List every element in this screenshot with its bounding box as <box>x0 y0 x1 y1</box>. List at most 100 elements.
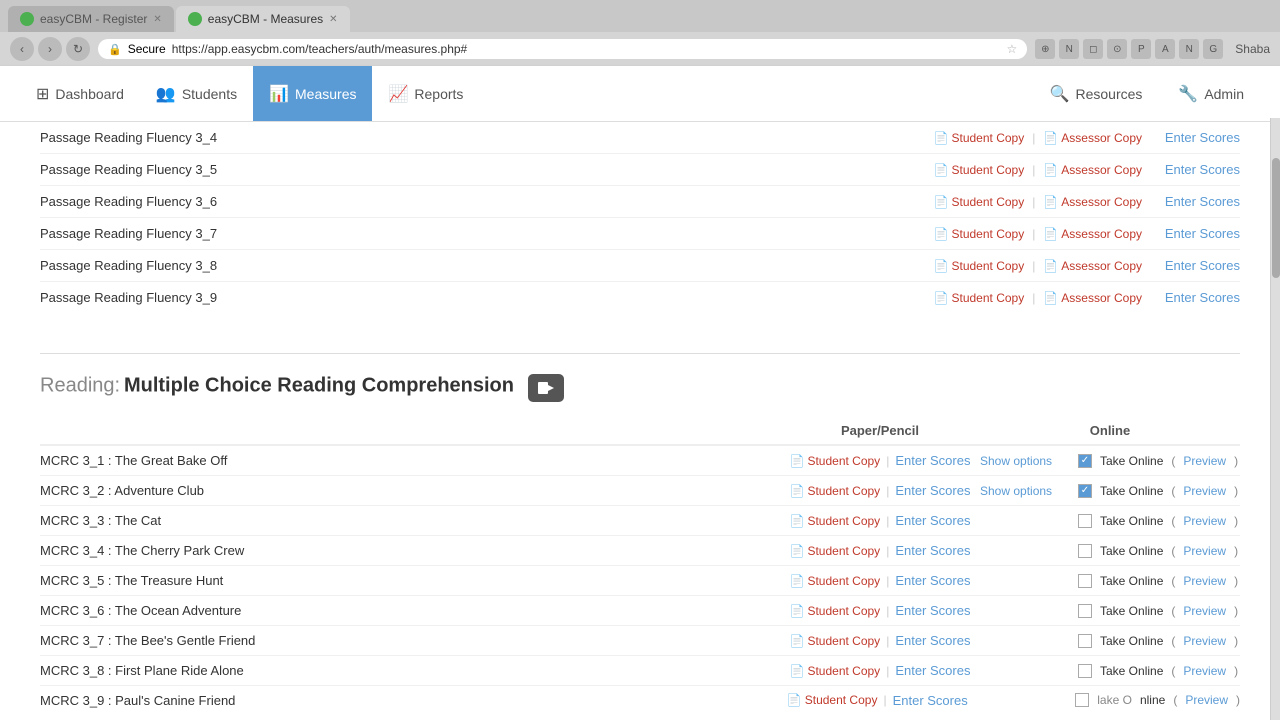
enter-scores-link[interactable]: Enter Scores <box>1150 258 1240 273</box>
secure-label: Secure <box>128 42 166 56</box>
nav-students[interactable]: 👥 Students <box>140 66 253 121</box>
enter-scores-link[interactable]: Enter Scores <box>895 453 970 468</box>
enter-scores-link[interactable]: Enter Scores <box>895 663 970 678</box>
toolbar-icon-8[interactable]: G <box>1203 39 1223 59</box>
nav-admin[interactable]: 🔧 Admin <box>1162 84 1260 104</box>
assessor-copy-link[interactable]: 📄 Assessor Copy <box>1043 131 1142 145</box>
preview-link[interactable]: Preview <box>1185 693 1228 707</box>
show-options-link[interactable]: Show options <box>980 454 1070 468</box>
preview-link[interactable]: Preview <box>1183 454 1226 468</box>
assessor-copy-link[interactable]: 📄 Assessor Copy <box>1043 163 1142 177</box>
mcrc-online-cell: lake O nline (Preview) <box>977 693 1240 707</box>
toolbar-icon-6[interactable]: A <box>1155 39 1175 59</box>
show-options-link[interactable]: Show options <box>980 484 1070 498</box>
toolbar-icon-5[interactable]: P <box>1131 39 1151 59</box>
take-online-checkbox[interactable] <box>1078 514 1092 528</box>
student-copy-link[interactable]: 📄 Student Copy <box>934 227 1025 241</box>
scrollbar-thumb[interactable] <box>1272 158 1280 278</box>
enter-scores-link[interactable]: Enter Scores <box>895 513 970 528</box>
nav-dashboard-label: Dashboard <box>55 86 124 102</box>
enter-scores-link[interactable]: Enter Scores <box>895 543 970 558</box>
enter-scores-link[interactable]: Enter Scores <box>893 693 968 708</box>
assessor-copy-link[interactable]: 📄 Assessor Copy <box>1043 227 1142 241</box>
nav-dashboard[interactable]: ⊞ Dashboard <box>20 66 140 121</box>
take-online-checkbox[interactable] <box>1078 664 1092 678</box>
assessor-copy-link[interactable]: 📄 Assessor Copy <box>1043 291 1142 305</box>
forward-button[interactable]: › <box>38 37 62 61</box>
tab-close-register[interactable]: ✕ <box>153 14 161 25</box>
take-online-checkbox[interactable] <box>1078 454 1092 468</box>
tab-close-measures[interactable]: ✕ <box>329 14 337 25</box>
mcrc-paper-cell: 📄 Student Copy | Enter Scores <box>780 483 980 498</box>
student-copy-label: Student Copy <box>807 574 880 588</box>
open-paren: ( <box>1171 514 1175 528</box>
preview-link[interactable]: Preview <box>1183 604 1226 618</box>
assessor-copy-link[interactable]: 📄 Assessor Copy <box>1043 259 1142 273</box>
refresh-button[interactable]: ↻ <box>66 37 90 61</box>
student-copy-link[interactable]: 📄 Student Copy <box>790 634 881 648</box>
scrollbar[interactable] <box>1270 118 1280 720</box>
student-copy-link[interactable]: 📄 Student Copy <box>790 664 881 678</box>
student-copy-link[interactable]: 📄 Student Copy <box>790 574 881 588</box>
enter-scores-link[interactable]: Enter Scores <box>895 603 970 618</box>
mcrc-row-name: MCRC 3_7 : The Bee's Gentle Friend <box>40 633 780 648</box>
preview-link[interactable]: Preview <box>1183 544 1226 558</box>
table-row: MCRC 3_9 : Paul's Canine Friend 📄 Studen… <box>40 686 1240 714</box>
student-copy-link[interactable]: 📄 Student Copy <box>790 544 881 558</box>
take-online-checkbox[interactable] <box>1078 634 1092 648</box>
enter-scores-link[interactable]: Enter Scores <box>895 573 970 588</box>
preview-link[interactable]: Preview <box>1183 514 1226 528</box>
toolbar-icon-7[interactable]: N <box>1179 39 1199 59</box>
pdf-icon-2: 📄 <box>1043 291 1058 305</box>
enter-scores-link[interactable]: Enter Scores <box>1150 226 1240 241</box>
preview-link[interactable]: Preview <box>1183 664 1226 678</box>
enter-scores-link[interactable]: Enter Scores <box>1150 130 1240 145</box>
take-online-checkbox[interactable] <box>1078 484 1092 498</box>
student-copy-link[interactable]: 📄 Student Copy <box>790 484 881 498</box>
enter-scores-link[interactable]: Enter Scores <box>1150 162 1240 177</box>
pdf-icon: 📄 <box>790 454 805 468</box>
enter-scores-link[interactable]: Enter Scores <box>1150 290 1240 305</box>
mcrc-paper-cell: 📄 Student Copy | Enter Scores <box>780 513 980 528</box>
enter-scores-link[interactable]: Enter Scores <box>895 633 970 648</box>
video-button[interactable] <box>528 374 564 402</box>
nav-reports[interactable]: 📈 Reports <box>372 66 479 121</box>
student-copy-link[interactable]: 📄 Student Copy <box>934 195 1025 209</box>
back-button[interactable]: ‹ <box>10 37 34 61</box>
student-copy-link[interactable]: 📄 Student Copy <box>934 131 1025 145</box>
enter-scores-link[interactable]: Enter Scores <box>895 483 970 498</box>
toolbar-icon-3[interactable]: ◻ <box>1083 39 1103 59</box>
preview-link[interactable]: Preview <box>1183 634 1226 648</box>
student-copy-link[interactable]: 📄 Student Copy <box>790 514 881 528</box>
preview-link[interactable]: Preview <box>1183 484 1226 498</box>
toolbar-icon-2[interactable]: N <box>1059 39 1079 59</box>
student-copy-link[interactable]: 📄 Student Copy <box>934 259 1025 273</box>
nav-resources[interactable]: 🔍 Resources <box>1034 84 1159 104</box>
online-header: Online <box>980 423 1240 438</box>
nav-measures[interactable]: 📊 Measures <box>253 66 372 121</box>
take-online-checkbox[interactable] <box>1075 693 1089 707</box>
nav-admin-label: Admin <box>1204 86 1244 102</box>
url-bar[interactable]: 🔒 Secure https://app.easycbm.com/teacher… <box>98 39 1027 59</box>
tab-register[interactable]: easyCBM - Register ✕ <box>8 6 174 32</box>
preview-link[interactable]: Preview <box>1183 574 1226 588</box>
bookmark-icon[interactable]: ☆ <box>1007 42 1018 56</box>
toolbar-icon-1[interactable]: ⊕ <box>1035 39 1055 59</box>
student-copy-link[interactable]: 📄 Student Copy <box>934 163 1025 177</box>
student-copy-link[interactable]: 📄 Student Copy <box>790 454 881 468</box>
enter-scores-link[interactable]: Enter Scores <box>1150 194 1240 209</box>
take-online-checkbox[interactable] <box>1078 574 1092 588</box>
assessor-copy-link[interactable]: 📄 Assessor Copy <box>1043 195 1142 209</box>
paper-pencil-header: Paper/Pencil <box>780 423 980 438</box>
toolbar-icon-4[interactable]: ⊙ <box>1107 39 1127 59</box>
admin-icon: 🔧 <box>1178 84 1198 104</box>
mcrc-section: Paper/Pencil Online MCRC 3_1 : The Great… <box>40 417 1240 724</box>
tab-measures[interactable]: easyCBM - Measures ✕ <box>176 6 350 32</box>
tab-favicon <box>20 12 34 26</box>
student-copy-link[interactable]: 📄 Student Copy <box>934 291 1025 305</box>
student-copy-link[interactable]: 📄 Student Copy <box>787 693 878 707</box>
pdf-icon: 📄 <box>934 259 949 273</box>
take-online-checkbox[interactable] <box>1078 544 1092 558</box>
take-online-checkbox[interactable] <box>1078 604 1092 618</box>
student-copy-link[interactable]: 📄 Student Copy <box>790 604 881 618</box>
